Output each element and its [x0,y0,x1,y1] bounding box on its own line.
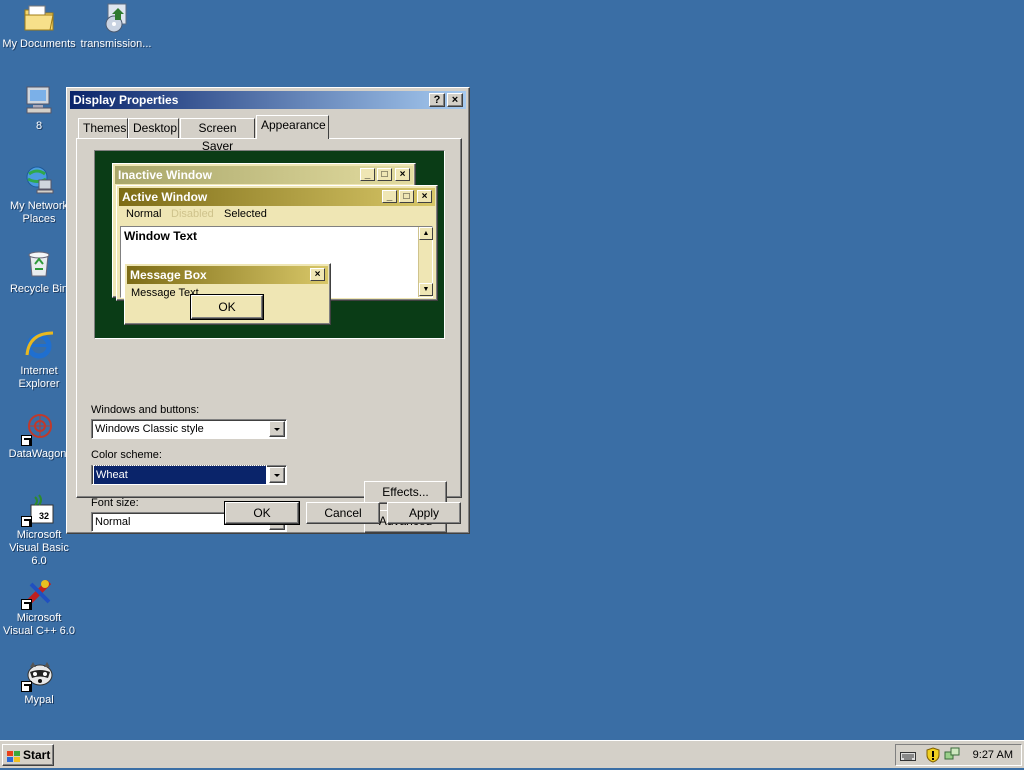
desktop-icon-my-documents[interactable]: My Documents [0,2,78,51]
computer-icon [23,84,55,116]
desktop-icon-label: Mypal [24,694,54,706]
apply-button-label: Apply [408,506,440,520]
help-icon: ? [433,94,441,106]
windows-buttons-label: Windows and buttons: [91,404,200,416]
font-size-label: Font size: [91,497,139,509]
tab-screen-saver[interactable]: Screen Saver [180,118,255,153]
recycle-bin-icon [23,247,55,279]
start-button[interactable]: Start [2,744,54,766]
title-bar[interactable]: Display Properties ? × [70,91,466,109]
tab-desktop[interactable]: Desktop [128,118,179,138]
close-icon: × [395,168,410,181]
close-icon: × [451,94,459,106]
tab-appearance[interactable]: Appearance [256,115,329,139]
window-title: Display Properties [73,93,179,107]
preview-window-text: Window Text [124,229,197,243]
preview-active-title: Active Window [122,190,208,204]
keyboard-icon[interactable] [900,749,916,761]
preview-menu-selected: Selected [224,208,267,220]
chevron-down-icon[interactable] [269,421,285,437]
shortcut-arrow-icon [21,516,32,527]
preview-menu-normal: Normal [126,208,162,220]
ok-button-label: OK [253,506,271,520]
windows-buttons-value: Windows Classic style [95,423,204,435]
appearance-preview: Inactive Window _ □ × Active Window _ □ … [94,150,445,339]
help-button[interactable]: ? [429,93,445,107]
preview-active-title-bar: Active Window _ □ × [119,188,435,206]
color-scheme-value: Wheat [93,465,267,485]
folder-documents-icon [23,2,55,34]
shortcut-arrow-icon [21,599,32,610]
internet-explorer-icon [23,329,55,361]
taskbar: Start 9:27 AM [0,740,1024,768]
visual-cpp-icon [21,576,55,610]
desktop-icon-label: Microsoft Visual C++ 6.0 [3,612,75,637]
tab-label: Themes [83,121,127,135]
tab-themes[interactable]: Themes [78,118,128,138]
scroll-down-icon: ▼ [419,283,433,296]
preview-menu-disabled: Disabled [171,208,214,220]
close-button[interactable]: × [447,93,463,107]
network-places-icon [23,164,55,196]
minimize-icon: _ [382,190,397,203]
preview-message-box-title-bar: Message Box × [127,266,328,284]
windows-buttons-select[interactable]: Windows Classic style [91,419,287,439]
desktop-icon-transmission[interactable]: transmission... [77,2,155,51]
chevron-down-icon[interactable] [269,467,285,483]
desktop-icon-mypal[interactable]: Mypal [0,658,78,707]
datawagon-icon [21,412,55,446]
visual-basic-icon: 32 [21,493,55,527]
mypal-raccoon-icon [21,658,55,692]
preview-inactive-title: Inactive Window [118,168,212,182]
ok-button[interactable]: OK [224,501,300,525]
effects-button-label: Effects... [382,485,429,499]
windows-logo-icon [7,749,20,762]
maximize-icon: □ [399,190,414,203]
preview-inactive-title-bar: Inactive Window _ □ × [115,166,413,184]
shortcut-arrow-icon [21,681,32,692]
scroll-up-icon: ▲ [419,227,433,240]
maximize-icon: □ [377,168,392,181]
close-icon: × [310,268,325,281]
preview-message-text: Message Text [131,287,199,299]
preview-ok-button: OK [190,294,264,320]
preview-scrollbar: ▲ ▼ [418,227,433,297]
display-properties-window: Display Properties ? × Themes Desktop Sc… [66,87,470,534]
desktop-icon-label: transmission... [80,38,152,50]
appearance-panel: Inactive Window _ □ × Active Window _ □ … [76,138,462,533]
effects-button[interactable]: Effects... [364,481,447,504]
system-tray: 9:27 AM [895,744,1022,766]
preview-ok-label: OK [218,300,236,314]
svg-text:32: 32 [39,511,49,521]
cancel-button[interactable]: Cancel [306,502,380,524]
close-icon: × [417,190,432,203]
network-connection-icon[interactable] [944,747,960,763]
shortcut-arrow-icon [21,435,32,446]
minimize-icon: _ [360,168,375,181]
desktop-icon-label: Microsoft Visual Basic 6.0 [9,529,69,567]
color-scheme-select[interactable]: Wheat [91,465,287,485]
preview-message-box: Message Box × Message Text OK [124,263,331,325]
preview-message-box-title: Message Box [130,268,207,282]
start-label: Start [23,748,51,762]
tab-label: Desktop [133,121,178,135]
installer-icon [100,2,132,34]
font-size-value: Normal [95,516,131,528]
desktop-icon-visual-cpp[interactable]: Microsoft Visual C++ 6.0 [0,576,78,638]
desktop-icon-label: My Documents [2,38,76,50]
clock[interactable]: 9:27 AM [973,745,1013,765]
color-scheme-label: Color scheme: [91,449,162,461]
apply-button[interactable]: Apply [387,502,461,524]
security-shield-icon[interactable] [926,747,940,763]
cancel-button-label: Cancel [324,506,362,520]
tab-label: Appearance [261,118,326,132]
